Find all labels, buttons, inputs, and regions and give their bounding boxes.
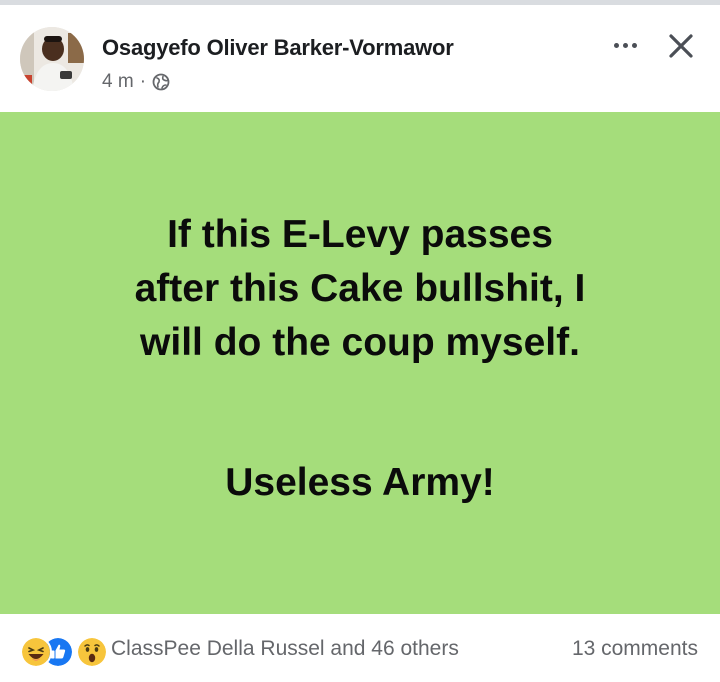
post-text-line: If this E-Levy passes <box>167 213 553 256</box>
more-options-button[interactable] <box>610 35 640 55</box>
meta-separator: · <box>139 71 147 92</box>
post-meta: 4 m · <box>102 71 170 93</box>
dot-icon <box>622 42 628 48</box>
haha-icon <box>20 636 52 668</box>
reactors-text[interactable]: ClassPee Della Russel and 46 others <box>111 637 459 661</box>
reaction-summary[interactable] <box>20 636 108 668</box>
dot-icon <box>631 42 637 48</box>
post-header: Osagyefo Oliver Barker-Vormawor 4 m · <box>0 5 720 112</box>
author-avatar[interactable] <box>20 27 84 91</box>
avatar-photo <box>20 27 84 91</box>
post-content: If this E-Levy passes after this Cake bu… <box>0 112 720 614</box>
globe-icon <box>152 73 170 91</box>
dot-icon <box>613 42 619 48</box>
comments-count[interactable]: 13 comments <box>572 637 698 661</box>
post-text-main: If this E-Levy passes after this Cake bu… <box>0 208 720 370</box>
post-text-line: will do the coup myself. <box>140 321 580 364</box>
close-icon <box>669 34 693 58</box>
post-text-closing: Useless Army! <box>225 461 495 504</box>
post-text-line: after this Cake bullshit, I <box>134 267 586 310</box>
close-button[interactable] <box>664 29 698 63</box>
post-footer: ClassPee Della Russel and 46 others 13 c… <box>0 614 720 682</box>
wow-icon <box>76 636 108 668</box>
author-name[interactable]: Osagyefo Oliver Barker-Vormawor <box>102 35 454 61</box>
post-time[interactable]: 4 m <box>102 71 134 93</box>
